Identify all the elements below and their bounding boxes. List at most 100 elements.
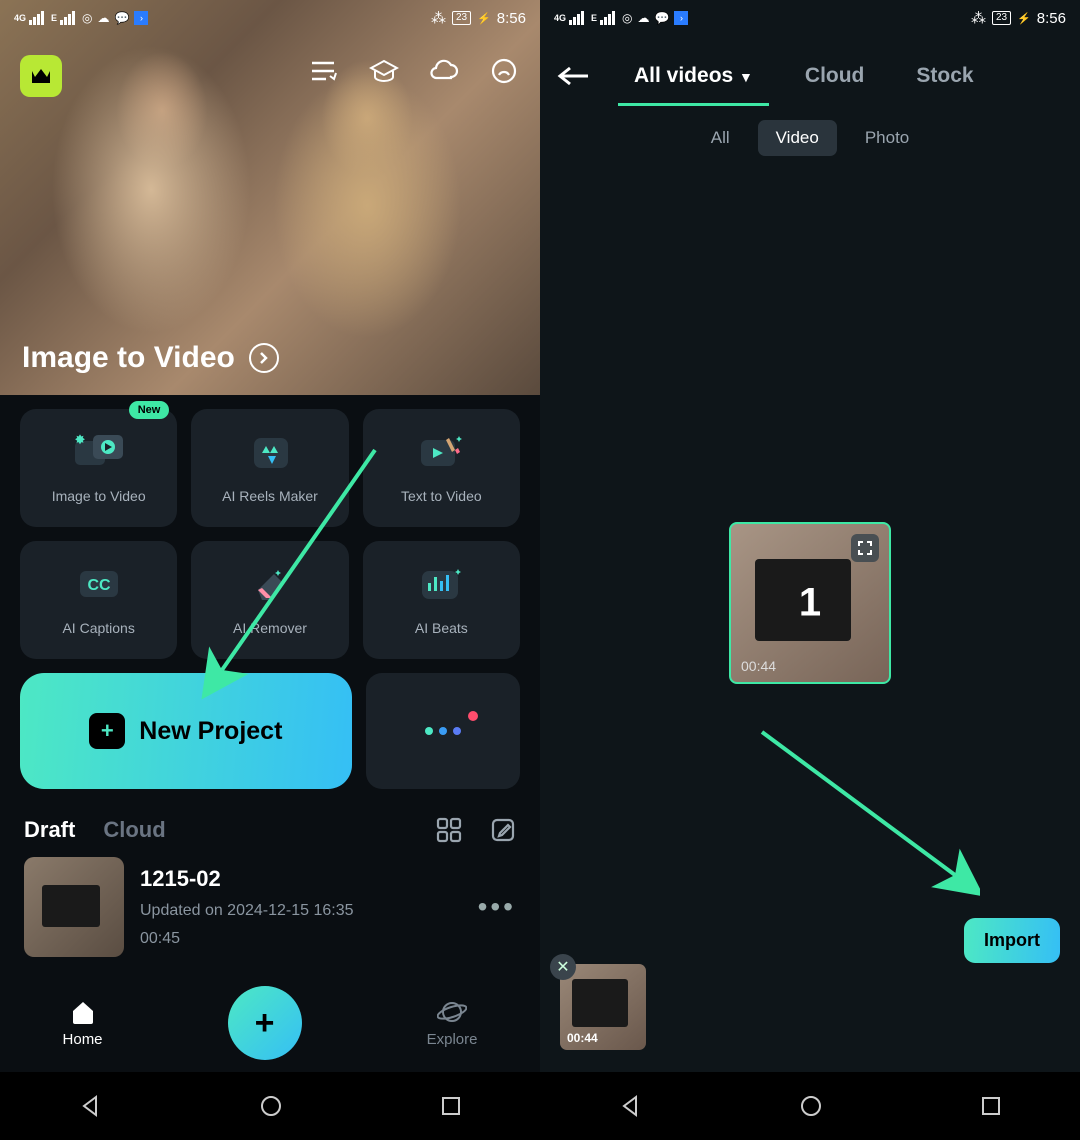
- tab-stock[interactable]: Stock: [890, 48, 999, 104]
- new-project-label: New Project: [139, 717, 282, 746]
- clock: 8:56: [497, 10, 526, 27]
- import-button[interactable]: Import: [964, 918, 1060, 963]
- image-video-icon: [71, 432, 127, 472]
- grid-view-icon[interactable]: [436, 817, 462, 843]
- planet-icon: [437, 999, 467, 1025]
- draft-thumbnail: [24, 857, 124, 957]
- remove-selection-icon[interactable]: ✕: [550, 954, 576, 980]
- tool-label: Image to Video: [52, 488, 146, 504]
- chevron-down-icon: ▼: [739, 69, 753, 85]
- edge-icon: E: [591, 13, 597, 23]
- beats-icon: [413, 564, 469, 604]
- tab-all-videos[interactable]: All videos ▼: [608, 48, 779, 104]
- notification-dot-icon: [468, 711, 478, 721]
- new-project-button[interactable]: + New Project: [20, 673, 352, 789]
- chat-icon: 💬: [655, 11, 670, 25]
- expand-icon[interactable]: [851, 534, 879, 562]
- nav-home[interactable]: Home: [63, 999, 103, 1048]
- hero-banner[interactable]: Image to Video: [0, 0, 540, 395]
- dots-icon: [425, 727, 461, 735]
- tool-label: AI Reels Maker: [222, 488, 318, 504]
- hero-title: Image to Video: [22, 341, 235, 375]
- back-icon[interactable]: [556, 65, 590, 87]
- draft-updated: Updated on 2024-12-15 16:35: [140, 902, 462, 920]
- tool-label: AI Beats: [415, 620, 468, 636]
- eraser-icon: [242, 564, 298, 604]
- education-icon[interactable]: [368, 55, 400, 87]
- hero-arrow-icon[interactable]: [249, 343, 279, 373]
- sys-recent-icon[interactable]: [440, 1095, 462, 1117]
- draft-item[interactable]: 1215-02 Updated on 2024-12-15 16:35 00:4…: [0, 857, 540, 957]
- cloud-icon: ☁: [98, 11, 110, 25]
- signal-icon-2: [60, 11, 75, 25]
- selected-duration: 00:44: [567, 1031, 598, 1045]
- filter-photo[interactable]: Photo: [847, 120, 927, 156]
- tool-label: Text to Video: [401, 488, 482, 504]
- text-video-icon: [413, 432, 469, 472]
- system-nav: [0, 1072, 540, 1140]
- sys-home-icon[interactable]: [799, 1094, 823, 1118]
- tab-cloud[interactable]: Cloud: [103, 817, 165, 843]
- app-icon: ›: [674, 11, 688, 25]
- captions-icon: CC: [71, 564, 127, 604]
- nav-create-button[interactable]: +: [228, 986, 302, 1060]
- tool-label: AI Captions: [62, 620, 134, 636]
- draft-more-icon[interactable]: •••: [478, 891, 516, 923]
- hotspot-icon: ◎: [82, 11, 92, 25]
- reels-icon: [242, 432, 298, 472]
- bluetooth-icon: ⁂: [971, 9, 986, 27]
- network-icon: 4G: [14, 13, 26, 23]
- system-nav: [540, 1072, 1080, 1140]
- signal-icon-2: [600, 11, 615, 25]
- app-icon: ›: [134, 11, 148, 25]
- profile-icon[interactable]: [488, 55, 520, 87]
- bottom-nav: Home + Explore: [0, 978, 540, 1068]
- status-bar: 4G E ◎ ☁ 💬 › ⁂ 23 ⚡ 8:56: [540, 0, 1080, 36]
- sys-back-icon[interactable]: [618, 1094, 642, 1118]
- sys-back-icon[interactable]: [78, 1094, 102, 1118]
- home-icon: [69, 999, 97, 1025]
- tool-label: AI Remover: [233, 620, 307, 636]
- status-bar: 4G E ◎ ☁ 💬 › ⁂ 23 ⚡ 8:56: [0, 0, 540, 36]
- chat-icon: 💬: [115, 11, 130, 25]
- cloud-sync-icon[interactable]: [428, 55, 460, 87]
- sys-recent-icon[interactable]: [980, 1095, 1002, 1117]
- charging-icon: ⚡: [1017, 12, 1031, 25]
- bluetooth-icon: ⁂: [431, 9, 446, 27]
- queue-icon[interactable]: [308, 55, 340, 87]
- selected-thumbnail[interactable]: ✕ 00:44: [560, 964, 646, 1050]
- tool-ai-remover[interactable]: AI Remover: [191, 541, 348, 659]
- tool-text-to-video[interactable]: Text to Video: [363, 409, 520, 527]
- filter-video[interactable]: Video: [758, 120, 837, 156]
- filter-all[interactable]: All: [693, 120, 748, 156]
- media-picker-screen: 4G E ◎ ☁ 💬 › ⁂ 23 ⚡ 8:56 All videos ▼ Cl…: [540, 0, 1080, 1140]
- tool-image-to-video[interactable]: New Image to Video: [20, 409, 177, 527]
- tab-draft[interactable]: Draft: [24, 817, 75, 843]
- more-tools-button[interactable]: [366, 673, 520, 789]
- sys-home-icon[interactable]: [259, 1094, 283, 1118]
- signal-icon: [569, 11, 584, 25]
- selection-number: 1: [799, 581, 821, 626]
- nav-explore-label: Explore: [427, 1031, 478, 1048]
- tools-grid: New Image to Video AI Reels Maker Text t…: [0, 395, 540, 659]
- draft-title: 1215-02: [140, 866, 462, 892]
- charging-icon: ⚡: [477, 12, 491, 25]
- tool-ai-beats[interactable]: AI Beats: [363, 541, 520, 659]
- nav-explore[interactable]: Explore: [427, 999, 478, 1048]
- battery-icon: 23: [452, 11, 471, 25]
- selected-tray: ✕ 00:44 Import: [540, 868, 1080, 1068]
- edit-icon[interactable]: [490, 817, 516, 843]
- premium-crown-icon[interactable]: [20, 55, 62, 97]
- tab-cloud[interactable]: Cloud: [779, 48, 890, 104]
- home-screen: 4G E ◎ ☁ 💬 › ⁂ 23 ⚡ 8:56 Image to Video: [0, 0, 540, 1140]
- video-tile[interactable]: 1 00:44: [729, 522, 891, 684]
- tool-ai-reels[interactable]: AI Reels Maker: [191, 409, 348, 527]
- new-badge: New: [129, 401, 170, 419]
- svg-text:CC: CC: [87, 577, 111, 594]
- video-duration: 00:44: [741, 658, 776, 674]
- signal-icon: [29, 11, 44, 25]
- plus-icon: +: [89, 713, 125, 749]
- hotspot-icon: ◎: [622, 11, 632, 25]
- draft-duration: 00:45: [140, 930, 462, 948]
- tool-ai-captions[interactable]: CC AI Captions: [20, 541, 177, 659]
